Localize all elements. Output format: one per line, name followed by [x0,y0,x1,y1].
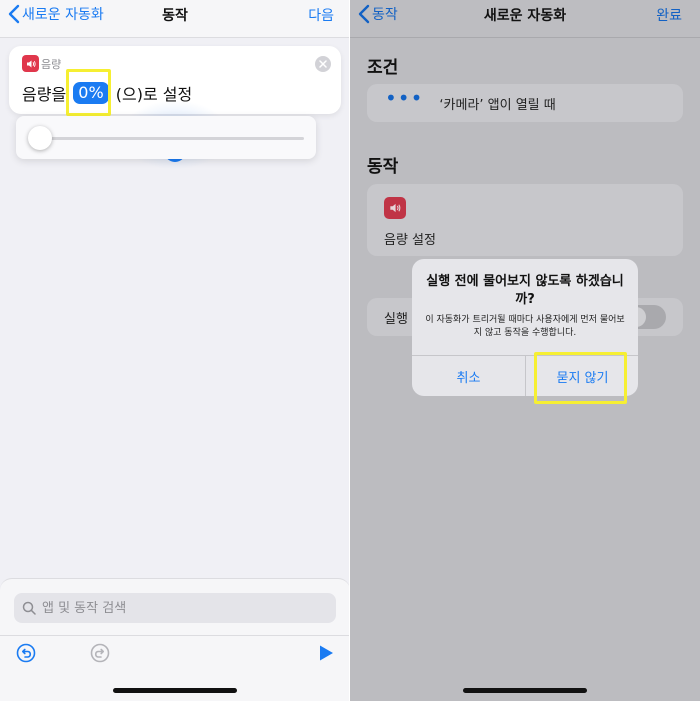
run-label: 실행 [384,312,408,327]
alert-title: 실행 전에 물어보지 않도록 하겠습니까? [426,274,624,307]
undo-icon [16,643,36,663]
bottom-panel [0,578,350,701]
run-button[interactable] [316,643,336,663]
speaker-icon [22,55,39,72]
condition-row[interactable]: ••• ‘카메라’ 앱이 열릴 때 [367,84,683,122]
done-button[interactable]: 완료 [656,5,682,25]
next-button[interactable]: 다음 [308,5,334,25]
condition-heading: 조건 [367,58,399,78]
toolbar-divider [0,635,350,636]
close-icon[interactable] [315,56,331,72]
search-bar[interactable] [14,593,336,623]
page-title: 새로운 자동화 [483,8,567,24]
back-button[interactable]: 새로운 자동화 [8,4,104,24]
search-icon [22,601,36,615]
highlight-box [534,352,627,404]
home-indicator [463,688,587,693]
card-text-before: 음량을 [22,85,67,104]
left-screen: 새로운 자동화 동작 다음 음량 음량을 0% (으)로 설정 [0,0,350,701]
right-screen: 동작 새로운 자동화 완료 조건 ••• ‘카메라’ 앱이 열릴 때 동작 음량… [350,0,700,701]
condition-text: ‘카메라’ 앱이 열릴 때 [439,97,556,113]
slider-track[interactable] [30,137,304,140]
chevron-left-icon [358,4,370,24]
action-heading: 동작 [367,157,399,177]
highlight-box [66,69,111,116]
redo-icon [90,643,110,663]
play-icon [320,645,333,661]
card-app-label: 음량 [41,58,62,71]
volume-slider-popover [16,116,316,159]
redo-button[interactable] [90,643,110,663]
alert-message: 이 자동화가 트리거될 때마다 사용자에게 먼저 물어보지 않고 동작을 수행합… [425,315,625,338]
slider-thumb[interactable] [28,126,52,150]
back-label: 동작 [372,7,398,23]
cancel-button[interactable]: 취소 [412,356,525,396]
speaker-icon [384,197,406,219]
home-indicator [113,688,237,693]
action-text: 음량 설정 [384,233,436,248]
back-button[interactable]: 동작 [358,4,398,24]
left-nav-bar: 새로운 자동화 동작 다음 [0,0,350,38]
search-input[interactable] [42,600,322,616]
action-row[interactable]: 음량 설정 [367,184,683,256]
chevron-left-icon [8,4,20,24]
right-nav-bar: 동작 새로운 자동화 완료 [350,0,700,38]
back-label: 새로운 자동화 [22,7,104,23]
undo-button[interactable] [16,643,36,663]
ellipsis-icon: ••• [385,86,424,110]
